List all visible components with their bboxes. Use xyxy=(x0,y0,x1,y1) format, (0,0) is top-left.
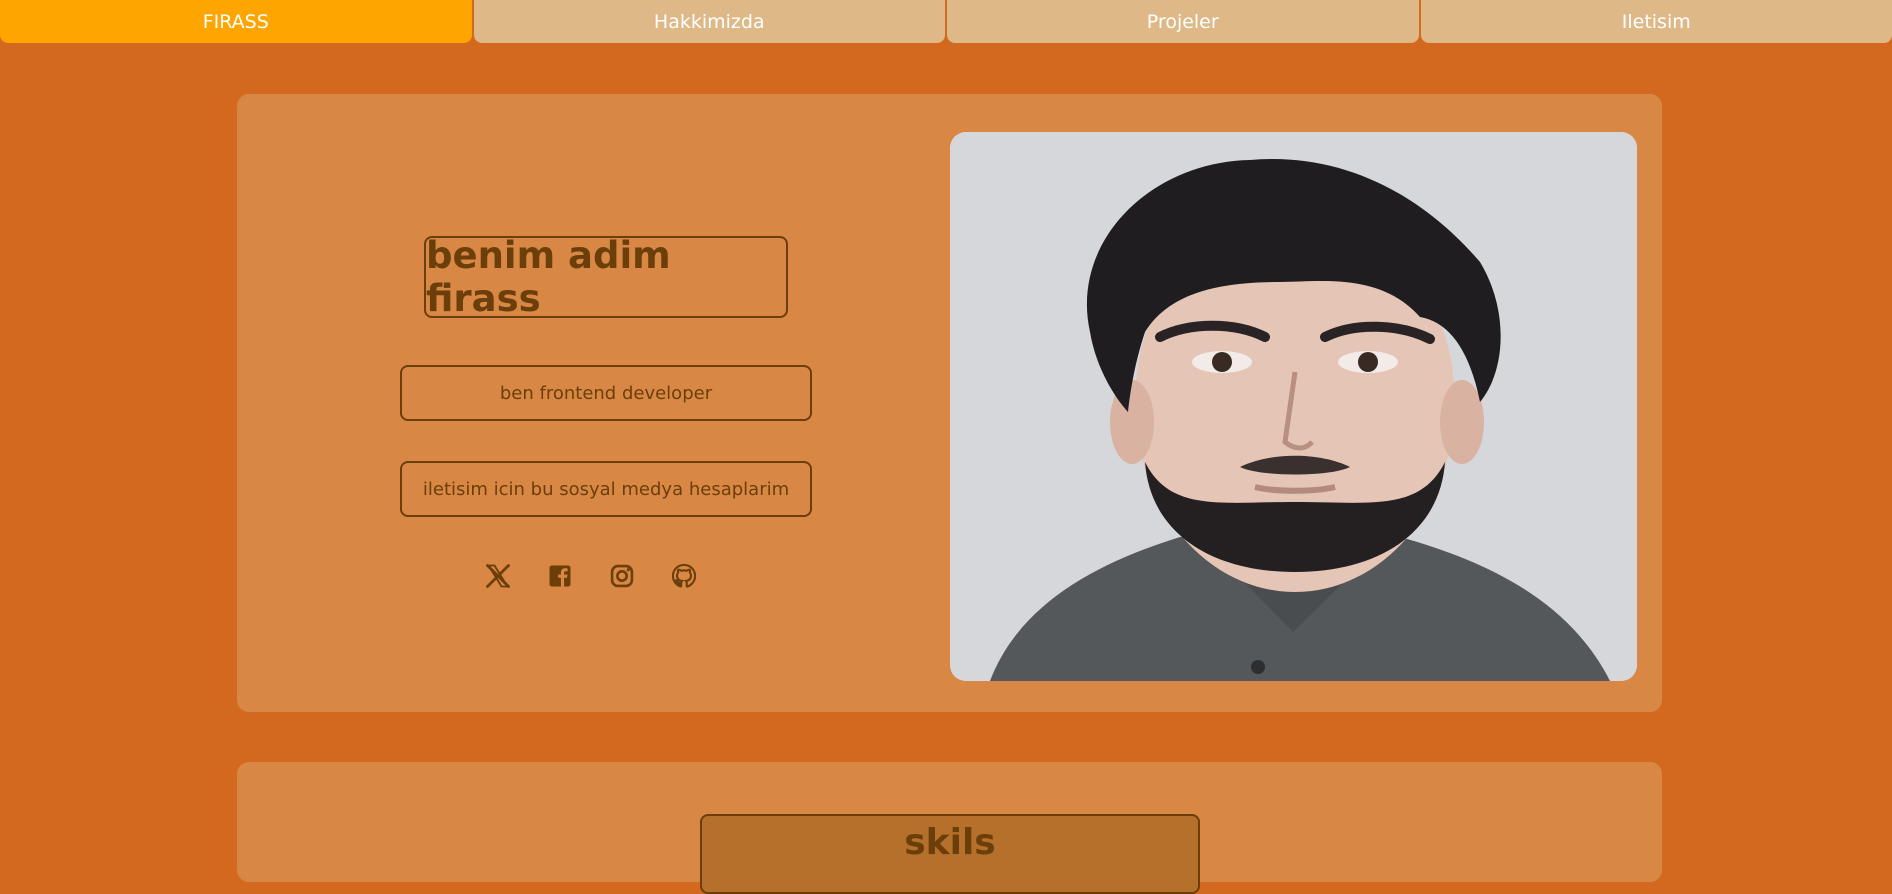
nav-item-firass[interactable]: FIRASS xyxy=(0,0,472,43)
hero-intro: benim adim firass ben frontend developer… xyxy=(237,94,953,712)
skills-card: skils xyxy=(237,762,1662,882)
social-links xyxy=(482,560,700,592)
profile-photo-illustration xyxy=(950,132,1637,681)
instagram-icon[interactable] xyxy=(606,560,638,592)
hero-card: benim adim firass ben frontend developer… xyxy=(237,94,1662,712)
name-heading: benim adim firass xyxy=(424,236,788,318)
skills-heading: skils xyxy=(700,814,1200,894)
role-text: ben frontend developer xyxy=(400,365,812,421)
profile-photo xyxy=(950,132,1637,681)
nav-item-projeler[interactable]: Projeler xyxy=(947,0,1419,43)
x-twitter-icon[interactable] xyxy=(482,560,514,592)
facebook-icon[interactable] xyxy=(544,560,576,592)
github-icon[interactable] xyxy=(668,560,700,592)
nav-item-hakkimizda[interactable]: Hakkimizda xyxy=(474,0,946,43)
top-navigation: FIRASS Hakkimizda Projeler Iletisim xyxy=(0,0,1892,43)
nav-item-iletisim[interactable]: Iletisim xyxy=(1421,0,1892,43)
contact-text: iletisim icin bu sosyal medya hesaplarim xyxy=(400,461,812,517)
